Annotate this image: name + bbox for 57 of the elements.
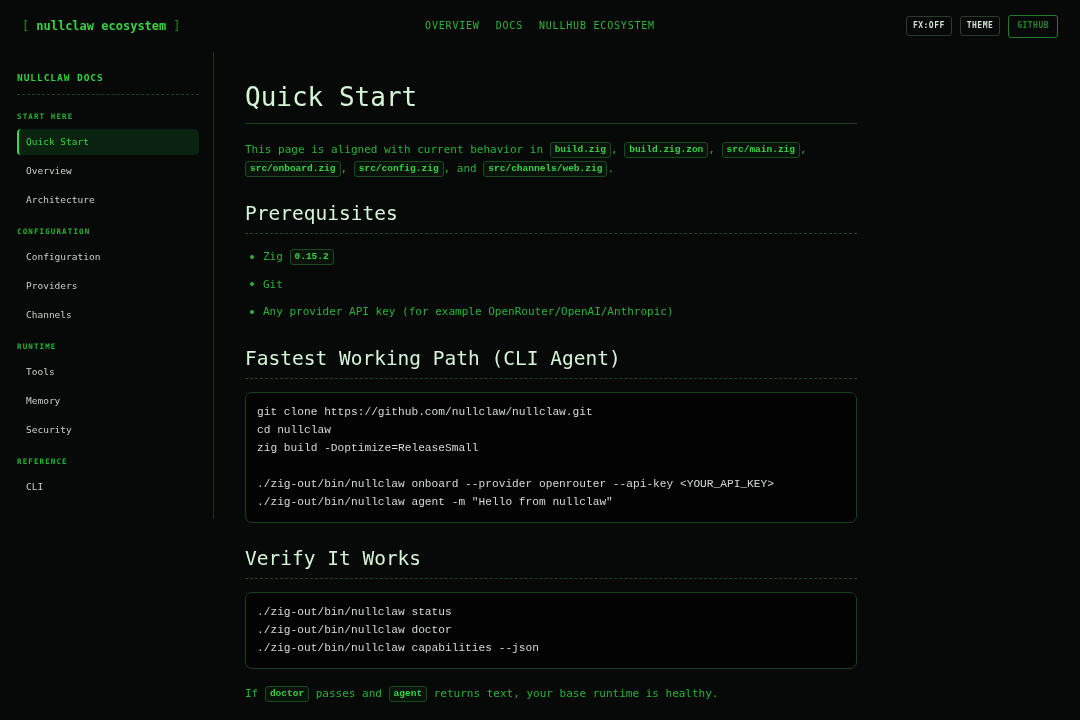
inline-code: 0.15.2 xyxy=(289,249,334,265)
code-line: ./zig-out/bin/nullclaw doctor xyxy=(257,623,452,638)
body-text: , xyxy=(708,143,716,156)
inline-code: build.zig.zon xyxy=(624,142,709,158)
sidebar-item[interactable]: Memory xyxy=(17,388,199,414)
body-text: passes and xyxy=(314,687,383,700)
body-text: , and xyxy=(443,162,478,175)
code-line: ./zig-out/bin/nullclaw onboard --provider openrouter --api-key <YOUR_API_KEY> xyxy=(257,477,774,492)
sidebar-item[interactable]: Architecture xyxy=(17,187,199,213)
nav-link[interactable]: OVERVIEW xyxy=(425,17,480,33)
inline-code: doctor xyxy=(264,686,310,702)
body-text: , xyxy=(610,143,619,156)
sidebar-item[interactable]: Tools xyxy=(17,359,199,385)
logo-bracket: ] xyxy=(173,18,181,35)
section-heading: Prerequisites xyxy=(245,201,857,234)
bullet-icon xyxy=(250,254,254,259)
page-title: Quick Start xyxy=(245,81,857,124)
body-text: Any provider API key (for example OpenRouter/OpenAI/Anthropic) xyxy=(263,305,674,318)
body-text: , xyxy=(800,143,808,156)
body-text: , xyxy=(340,162,349,175)
section-heading: Verify It Works xyxy=(245,546,857,579)
body-text: If xyxy=(245,687,260,700)
inline-code: build.zig xyxy=(549,142,611,158)
body-text: This page is aligned with current behavior in xyxy=(245,143,544,156)
section-heading: Fastest Working Path (CLI Agent) xyxy=(245,346,857,379)
sidebar-title: NULLCLAW DOCS xyxy=(17,72,199,95)
header-button[interactable]: FX:OFF xyxy=(905,16,952,36)
code-line: ./zig-out/bin/nullclaw agent -m "Hello from nullclaw" xyxy=(257,495,613,510)
bullet-icon xyxy=(250,282,254,286)
sidebar-item[interactable]: Quick Start xyxy=(17,129,199,155)
body-text: . xyxy=(607,162,614,175)
sidebar-item[interactable]: Overview xyxy=(17,158,199,184)
code-line: git clone https://github.com/nullclaw/nullclaw.git xyxy=(257,405,593,420)
nav-link[interactable]: NULLHUB ECOSYSTEM xyxy=(538,17,655,33)
inline-code: src/config.zig xyxy=(353,161,444,177)
logo-text[interactable]: nullclaw ecosystem xyxy=(36,17,167,35)
logo-bracket: [ xyxy=(22,18,30,35)
sidebar-item[interactable]: CLI xyxy=(17,474,199,500)
code-line: ./zig-out/bin/nullclaw status xyxy=(257,605,452,620)
inline-code: agent xyxy=(388,686,428,702)
inline-code: src/channels/web.zig xyxy=(483,161,608,177)
header-button[interactable]: THEME xyxy=(959,16,1001,36)
inline-code: src/onboard.zig xyxy=(245,161,341,177)
sidebar-item[interactable]: Channels xyxy=(17,302,199,328)
sidebar-item[interactable]: Security xyxy=(17,417,199,443)
body-text: returns text, your base runtime is healthy. xyxy=(432,687,719,700)
sidebar-item[interactable]: Providers xyxy=(17,273,199,299)
code-line: zig build -Doptimize=ReleaseSmall xyxy=(257,441,479,456)
nav-link[interactable]: DOCS xyxy=(495,17,523,33)
sidebar-item[interactable]: Configuration xyxy=(17,244,199,270)
bullet-icon xyxy=(250,309,254,314)
github-link-button[interactable]: GITHUB xyxy=(1008,14,1058,38)
code-line: cd nullclaw xyxy=(257,423,331,438)
inline-code: src/main.zig xyxy=(721,142,800,158)
body-text: Zig xyxy=(263,250,284,263)
body-text: Git xyxy=(263,277,283,291)
code-line: ./zig-out/bin/nullclaw capabilities --json xyxy=(257,641,539,656)
